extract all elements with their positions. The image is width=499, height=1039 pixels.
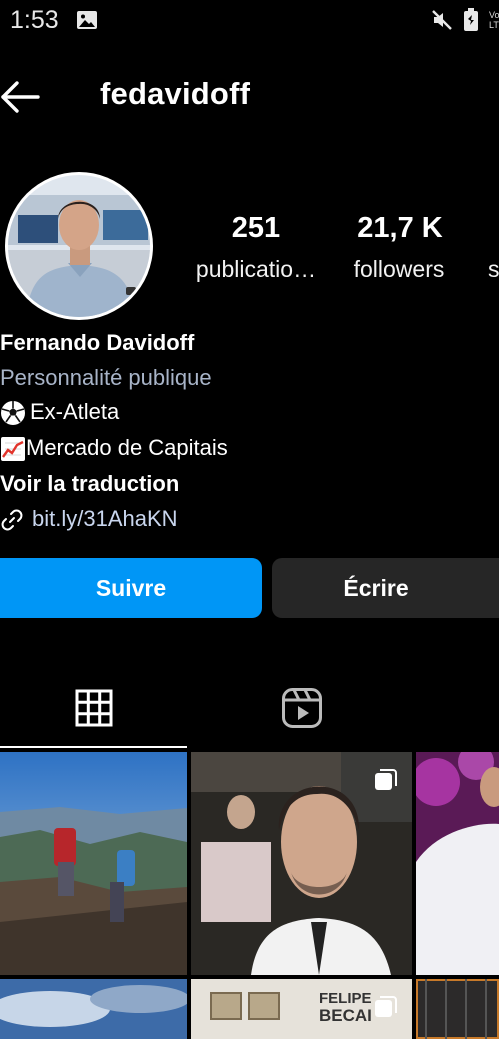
post-thumbnail[interactable] bbox=[416, 979, 499, 1039]
bio-link-text: bit.ly/31AhaKN bbox=[32, 506, 178, 531]
followers-label[interactable]: followers bbox=[340, 256, 458, 283]
soccer-ball-icon bbox=[1, 401, 25, 426]
post-thumbnail[interactable] bbox=[191, 752, 412, 975]
bio-line1-text: Ex-Atleta bbox=[30, 399, 120, 424]
status-icons: Vo LT bbox=[431, 8, 499, 32]
follow-button[interactable]: Suivre bbox=[0, 558, 262, 618]
profile-avatar[interactable] bbox=[8, 175, 150, 317]
bio-line2-text: Mercado de Capitais bbox=[26, 435, 228, 460]
post-thumbnail[interactable]: FELIPE BECAI bbox=[191, 979, 412, 1039]
tab-posts-grid[interactable] bbox=[0, 670, 187, 746]
following-label[interactable]: s bbox=[488, 256, 499, 283]
mute-icon bbox=[432, 10, 452, 30]
battery-icon bbox=[464, 8, 478, 31]
link-icon bbox=[1, 509, 23, 531]
svg-text:BECAI: BECAI bbox=[319, 1006, 372, 1025]
status-time: 1:53 bbox=[10, 6, 59, 34]
post-thumbnail[interactable] bbox=[416, 752, 499, 975]
reels-icon bbox=[282, 688, 322, 728]
back-arrow-icon[interactable] bbox=[0, 80, 40, 114]
carousel-icon bbox=[375, 996, 397, 1017]
posts-count[interactable]: 251 bbox=[220, 212, 292, 245]
grid-icon bbox=[75, 689, 112, 727]
image-notification-icon bbox=[77, 11, 97, 29]
post-thumbnail[interactable] bbox=[0, 979, 187, 1039]
profile-full-name: Fernando Davidoff bbox=[0, 330, 195, 355]
posts-label[interactable]: publicatio… bbox=[186, 256, 326, 283]
active-tab-indicator bbox=[0, 746, 187, 748]
carrier-label: Vo LT bbox=[489, 10, 499, 30]
bio-line-markets: Mercado de Capitais bbox=[0, 435, 228, 462]
profile-username: fedavidoff bbox=[100, 76, 251, 111]
svg-text:FELIPE: FELIPE bbox=[319, 990, 372, 1007]
message-button[interactable]: Écrire bbox=[272, 558, 499, 618]
bio-line-athlete: Ex-Atleta bbox=[0, 399, 119, 426]
followers-count[interactable]: 21,7 K bbox=[340, 212, 460, 245]
chart-increasing-icon bbox=[1, 437, 25, 462]
see-translation-link[interactable]: Voir la traduction bbox=[0, 471, 179, 497]
carousel-icon bbox=[375, 769, 397, 790]
bio-website-link[interactable]: bit.ly/31AhaKN bbox=[0, 506, 178, 532]
tab-reels[interactable] bbox=[187, 670, 417, 746]
profile-category: Personnalité publique bbox=[0, 365, 212, 390]
post-thumbnail[interactable] bbox=[0, 752, 187, 975]
